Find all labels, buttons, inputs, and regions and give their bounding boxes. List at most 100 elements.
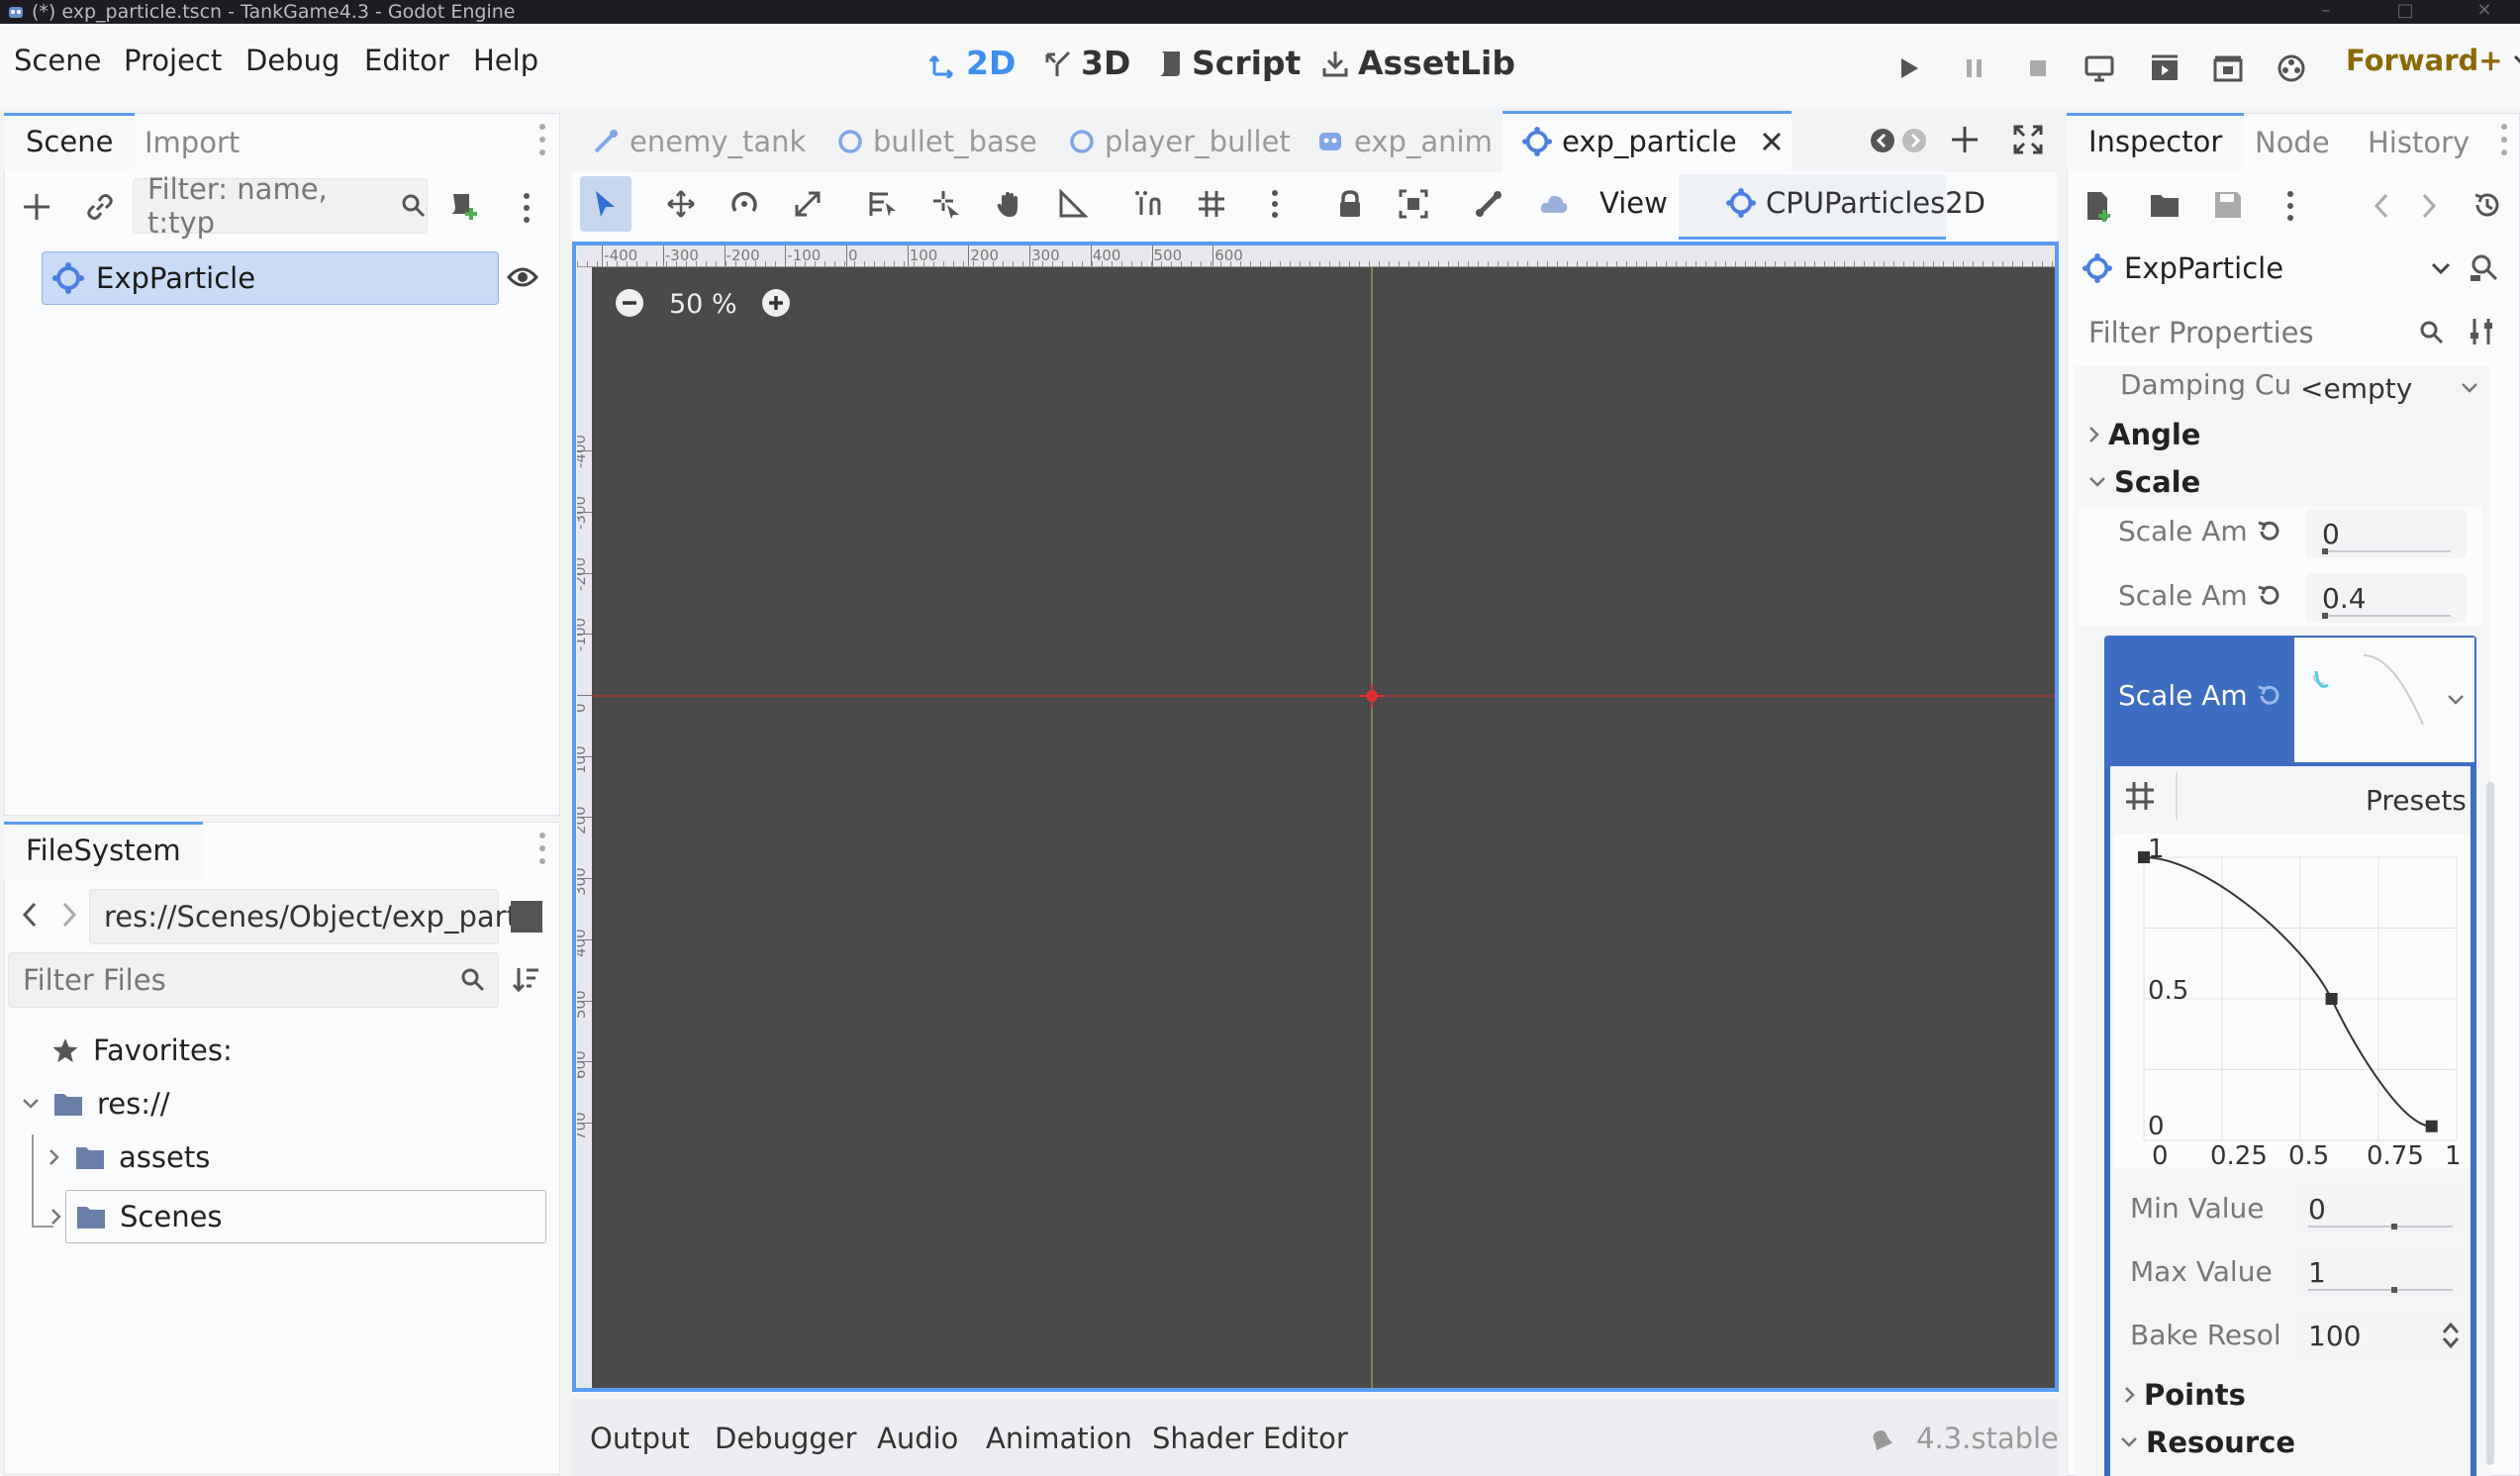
folder-assets[interactable]: assets: [48, 1140, 210, 1174]
menu-scene[interactable]: Scene: [14, 44, 101, 77]
scale-min-field[interactable]: 0: [2306, 509, 2467, 558]
pan-tool-button[interactable]: [984, 176, 1035, 232]
curve-point[interactable]: [2425, 1120, 2438, 1132]
history-back-icon[interactable]: [2374, 192, 2389, 220]
curve-point[interactable]: [2138, 851, 2150, 863]
origin-node-icon[interactable]: [1360, 684, 1384, 708]
move-tool-button[interactable]: [655, 176, 707, 232]
snap-options-button[interactable]: [1249, 176, 1301, 232]
maximize-button[interactable]: □: [2385, 0, 2425, 24]
zoom-in-icon[interactable]: [760, 287, 792, 319]
slider-knob[interactable]: [2391, 1287, 2397, 1293]
close-window-button[interactable]: ✕: [2465, 0, 2504, 24]
tab-filesystem[interactable]: FileSystem: [4, 822, 203, 879]
tab-import[interactable]: Import: [145, 126, 240, 159]
min-value-field[interactable]: 0: [2292, 1184, 2469, 1233]
scroll-tabs-left-icon[interactable]: [1869, 127, 1896, 154]
tools-icon[interactable]: [2469, 317, 2498, 346]
forward-icon[interactable]: [61, 901, 77, 929]
tab-3d[interactable]: 3D: [1043, 44, 1130, 82]
distraction-free-icon[interactable]: [2013, 125, 2043, 154]
tab-output[interactable]: Output: [590, 1422, 690, 1455]
tab-exp-anim[interactable]: exp_anim: [1316, 117, 1493, 166]
res-root-item[interactable]: res://: [22, 1087, 170, 1121]
scene-filter-input[interactable]: Filter: name, t:typ: [133, 172, 428, 240]
section-angle[interactable]: Angle: [2088, 418, 2200, 451]
tab-2d[interactable]: 2D: [928, 44, 1016, 82]
grid-snap-button[interactable]: [1186, 176, 1237, 232]
tab-player-bullet[interactable]: player_bullet: [1069, 117, 1291, 166]
menu-project[interactable]: Project: [124, 44, 222, 77]
max-value-slider[interactable]: [2308, 1287, 2453, 1293]
inspector-scrollbar[interactable]: [2486, 782, 2494, 1465]
chevron-right-icon[interactable]: [49, 1208, 63, 1226]
curve-preview[interactable]: [2294, 638, 2474, 762]
spinner-icon[interactable]: [2441, 1321, 2461, 1350]
tab-script[interactable]: Script: [1156, 44, 1301, 82]
back-icon[interactable]: [22, 901, 38, 929]
tab-assetlib[interactable]: AssetLib: [1320, 44, 1515, 82]
zoom-out-icon[interactable]: [614, 287, 645, 319]
path-field[interactable]: res://Scenes/Object/exp_parti: [89, 889, 526, 944]
lock-button[interactable]: [1324, 176, 1376, 232]
more-options-icon[interactable]: [2286, 190, 2294, 222]
revert-icon[interactable]: [2256, 519, 2281, 544]
grid-icon[interactable]: [2124, 780, 2156, 812]
min-value-slider[interactable]: [2308, 1224, 2453, 1230]
add-node-icon[interactable]: [22, 192, 51, 222]
particles-menu-button[interactable]: [1528, 176, 1580, 232]
play-custom-scene-icon[interactable]: [2203, 44, 2253, 93]
inspected-object-select[interactable]: ExpParticle: [2075, 242, 2451, 295]
renderer-select[interactable]: Forward+: [2346, 44, 2520, 77]
tab-debugger[interactable]: Debugger: [715, 1422, 857, 1455]
scale-max-slider[interactable]: [2322, 613, 2451, 619]
scale-tool-button[interactable]: [782, 176, 833, 232]
folder-scenes[interactable]: Scenes: [65, 1190, 546, 1243]
menu-editor[interactable]: Editor: [364, 44, 449, 77]
section-scale[interactable]: Scale: [2088, 465, 2200, 499]
visibility-eye-icon[interactable]: [507, 263, 538, 291]
skeleton-button[interactable]: [1463, 176, 1514, 232]
bake-resolution-field[interactable]: 100: [2292, 1311, 2469, 1360]
section-points[interactable]: Points: [2124, 1378, 2246, 1412]
split-view-icon[interactable]: [511, 901, 542, 933]
revert-icon[interactable]: [2256, 683, 2281, 709]
filter-properties-input[interactable]: Filter Properties: [2075, 305, 2451, 360]
tab-animation[interactable]: Animation: [986, 1422, 1132, 1455]
play-scene-icon[interactable]: [2140, 44, 2189, 93]
remote-debug-icon[interactable]: [2075, 44, 2124, 93]
damping-curve-field[interactable]: <empty: [2300, 366, 2478, 410]
node-info-icon[interactable]: [2469, 251, 2500, 283]
tab-shader-editor[interactable]: Shader Editor: [1152, 1422, 1348, 1455]
dock-menu-icon[interactable]: [2500, 123, 2508, 156]
open-folder-icon[interactable]: [2150, 192, 2181, 220]
attach-script-icon[interactable]: [447, 190, 479, 222]
scroll-tabs-right-icon[interactable]: [1900, 127, 1928, 154]
object-history-icon[interactable]: [2472, 190, 2502, 220]
play-button[interactable]: [1885, 44, 1934, 93]
link-icon[interactable]: [85, 192, 115, 222]
slider-knob[interactable]: [2322, 613, 2328, 619]
smart-snap-button[interactable]: [1122, 176, 1174, 232]
ruler-tool-button[interactable]: [1047, 176, 1099, 232]
scene-tree-root[interactable]: ExpParticle: [42, 251, 499, 305]
select-tool-button[interactable]: [580, 176, 631, 232]
scale-max-field[interactable]: 0.4: [2306, 573, 2467, 623]
close-tab-icon[interactable]: [1761, 131, 1783, 152]
tab-audio[interactable]: Audio: [877, 1422, 958, 1455]
revert-icon[interactable]: [2256, 583, 2281, 609]
curve-graph[interactable]: 1 0.5 0 0 0.25 0.5 0.75 1: [2114, 834, 2471, 1171]
section-resource[interactable]: Resource: [2120, 1426, 2295, 1459]
tab-scene[interactable]: Scene: [4, 113, 136, 170]
tab-inspector[interactable]: Inspector: [2067, 113, 2245, 170]
tab-bullet-base[interactable]: bullet_base: [837, 117, 1037, 166]
node-type-menu[interactable]: CPUParticles2D: [1726, 186, 1986, 220]
zoom-level[interactable]: 50 %: [669, 289, 737, 320]
presets-menu[interactable]: Presets: [2366, 784, 2467, 817]
pause-button[interactable]: [1950, 44, 1999, 93]
tab-node[interactable]: Node: [2255, 126, 2330, 159]
save-icon[interactable]: [2213, 190, 2243, 220]
new-resource-icon[interactable]: [2084, 190, 2114, 222]
rotate-tool-button[interactable]: [719, 176, 770, 232]
tab-history[interactable]: History: [2368, 126, 2470, 159]
